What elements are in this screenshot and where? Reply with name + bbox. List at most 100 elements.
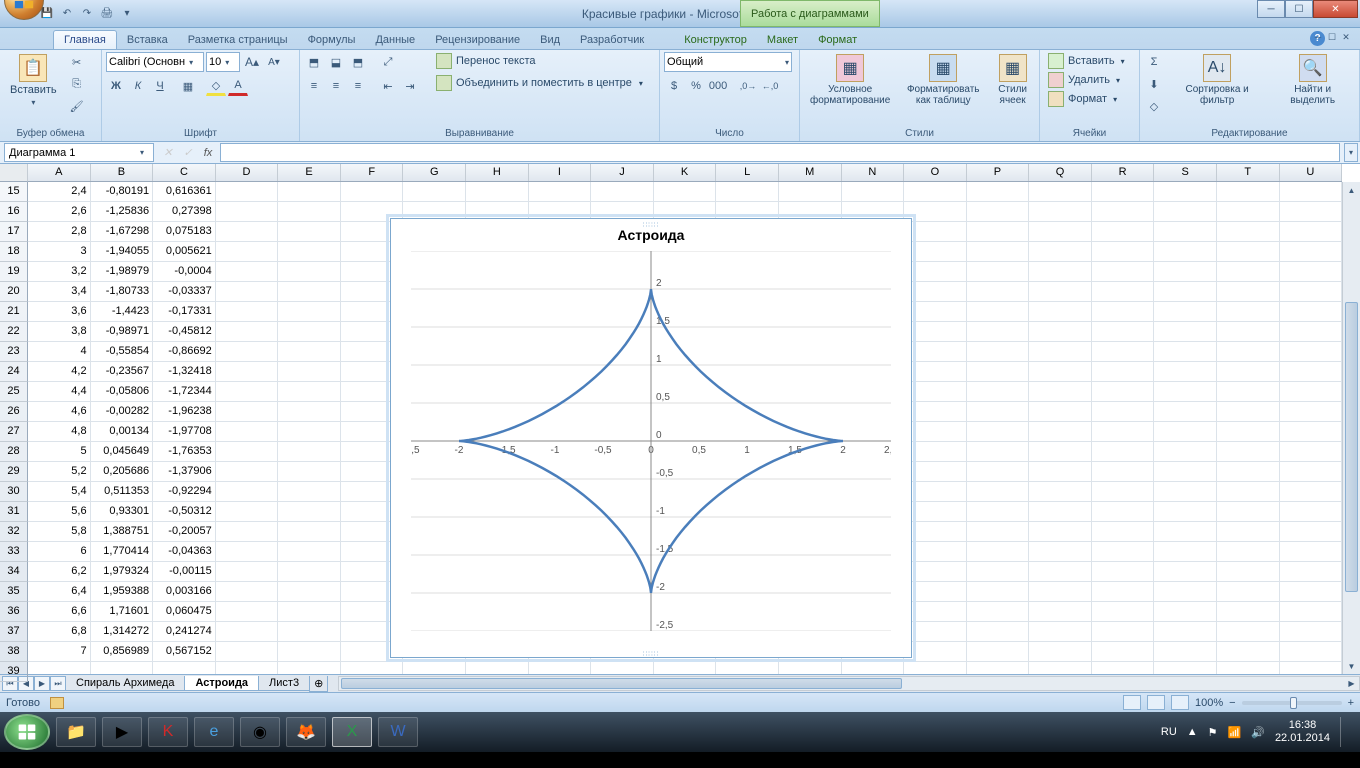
cell[interactable]: 0,511353 [91,482,154,501]
cell[interactable] [1029,502,1092,521]
accounting-format-icon[interactable]: $ [664,76,684,96]
comma-format-icon[interactable]: 000 [708,76,728,96]
cell[interactable] [1029,242,1092,261]
cell[interactable] [1217,422,1280,441]
cell[interactable] [278,442,341,461]
start-button[interactable] [4,714,50,750]
percent-format-icon[interactable]: % [686,76,706,96]
cell[interactable] [967,242,1030,261]
cell[interactable] [1280,302,1342,321]
column-header[interactable]: J [591,164,654,181]
cut-icon[interactable]: ✂ [67,52,87,72]
cell[interactable] [1280,442,1342,461]
cell[interactable] [341,182,404,201]
tab-chart-layout[interactable]: Макет [757,31,808,49]
sort-filter-button[interactable]: A↓Сортировка и фильтр [1168,52,1266,108]
cell[interactable] [904,362,967,381]
page-break-view-icon[interactable] [1171,695,1189,710]
cell[interactable] [1217,362,1280,381]
embedded-chart[interactable]: ∷∷∷ Астроида -2,5-2-1,5-1-0,500,511,522,… [390,218,912,658]
cell[interactable]: 4,4 [28,382,91,401]
cell[interactable] [1154,502,1217,521]
cell[interactable] [1280,622,1342,641]
vertical-scrollbar[interactable]: ▲ ▼ [1342,182,1360,674]
column-header[interactable]: Q [1029,164,1092,181]
row-header[interactable]: 20 [0,282,28,302]
chart-bottom-handle[interactable]: ∷∷∷ [636,650,666,655]
cell[interactable]: 2,6 [28,202,91,221]
column-header[interactable]: M [779,164,842,181]
cell[interactable] [967,502,1030,521]
cell[interactable] [1154,422,1217,441]
cell[interactable]: 0,27398 [153,202,216,221]
cell[interactable] [1217,442,1280,461]
cell[interactable] [967,322,1030,341]
cell[interactable] [904,462,967,481]
cell[interactable] [967,182,1030,201]
cell[interactable] [1280,562,1342,581]
cell[interactable] [216,362,279,381]
row-header[interactable]: 36 [0,602,28,622]
cell[interactable]: -1,37906 [153,462,216,481]
cell[interactable] [904,482,967,501]
cell[interactable] [278,322,341,341]
sheet-tab-1[interactable]: Спираль Архимеда [65,676,185,691]
kaspersky-icon[interactable]: K [148,717,188,747]
cell[interactable] [1217,522,1280,541]
workbook-close-icon[interactable]: ✕ [1340,31,1352,43]
excel-taskbar-icon[interactable]: X [332,717,372,747]
row-header[interactable]: 34 [0,562,28,582]
row-header[interactable]: 32 [0,522,28,542]
cell[interactable] [967,262,1030,281]
font-name-combo[interactable]: Calibri (Основн▾ [106,52,204,72]
underline-icon[interactable]: Ч [150,76,170,96]
zoom-level[interactable]: 100% [1195,697,1223,709]
cell[interactable] [278,262,341,281]
cell[interactable] [1154,482,1217,501]
align-bottom-icon[interactable]: ⬒ [348,52,368,72]
cell[interactable] [216,562,279,581]
cell[interactable] [654,662,717,674]
cell[interactable] [904,202,967,221]
cell[interactable] [1280,482,1342,501]
cell[interactable]: 6,8 [28,622,91,641]
cell[interactable] [1029,302,1092,321]
cell[interactable] [1154,582,1217,601]
cell[interactable] [216,442,279,461]
cell[interactable]: 1,770414 [91,542,154,561]
cell[interactable] [278,402,341,421]
cell[interactable] [1092,342,1155,361]
cell[interactable] [216,402,279,421]
zoom-in-icon[interactable]: + [1348,697,1354,709]
cell[interactable]: -0,23567 [91,362,154,381]
cell[interactable] [1280,282,1342,301]
cell[interactable] [1029,582,1092,601]
column-header[interactable]: K [654,164,717,181]
show-hidden-icon[interactable]: ▲ [1187,726,1198,738]
cell[interactable] [1092,562,1155,581]
cell[interactable] [1092,322,1155,341]
cell[interactable]: -0,20057 [153,522,216,541]
cell[interactable]: 0,205686 [91,462,154,481]
row-header[interactable]: 18 [0,242,28,262]
cell[interactable] [1154,382,1217,401]
insert-cells-button[interactable]: Вставить▾ [1044,52,1129,70]
chrome-icon[interactable]: ◉ [240,717,280,747]
tray-clock[interactable]: 16:3822.01.2014 [1275,719,1330,745]
row-header[interactable]: 17 [0,222,28,242]
cell[interactable] [967,462,1030,481]
cell[interactable] [1029,422,1092,441]
horizontal-scrollbar[interactable]: ◀ ▶ [338,676,1360,691]
cell[interactable] [716,662,779,674]
column-header[interactable]: B [91,164,154,181]
cell[interactable] [91,662,154,674]
cell[interactable]: 2,8 [28,222,91,241]
cell[interactable] [1154,262,1217,281]
cell[interactable] [1029,362,1092,381]
cell[interactable] [1217,622,1280,641]
cell[interactable] [1217,242,1280,261]
cell[interactable]: 7 [28,642,91,661]
cell[interactable] [1154,542,1217,561]
row-header[interactable]: 35 [0,582,28,602]
border-icon[interactable]: ▦ [178,76,198,96]
